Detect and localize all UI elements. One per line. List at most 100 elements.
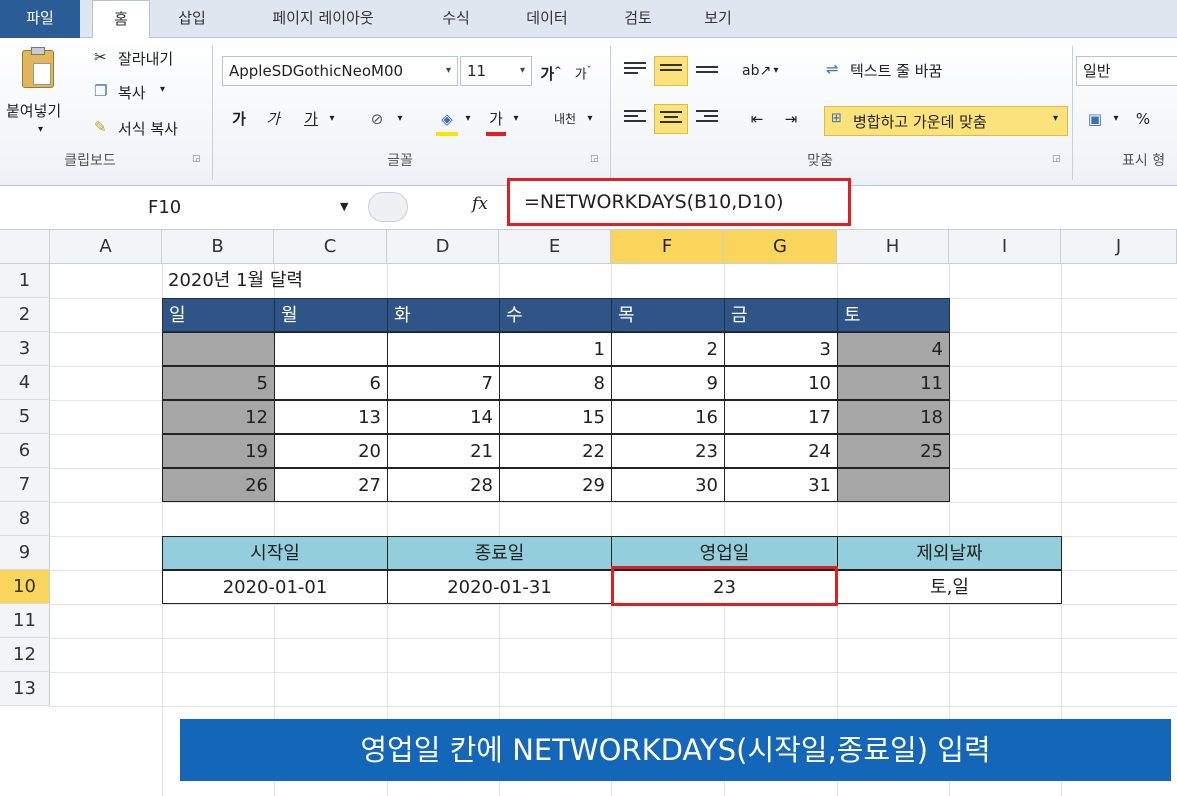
calendar-cell[interactable]: 7 [387, 366, 500, 400]
name-box[interactable]: F10 [0, 190, 362, 226]
calendar-header-cell[interactable]: 금 [724, 298, 838, 332]
calendar-cell[interactable]: 6 [274, 366, 388, 400]
align-middle-button[interactable] [654, 56, 688, 86]
summary-header-end[interactable]: 종료일 [387, 536, 612, 570]
calendar-cell[interactable]: 1 [499, 332, 612, 366]
row-header-2[interactable]: 2 [0, 298, 50, 332]
number-format-combo[interactable]: 일반 [1076, 56, 1177, 86]
phonetic-icon[interactable]: 내천 [552, 104, 578, 134]
chevron-down-icon[interactable]: ▼ [340, 200, 348, 213]
paste-button[interactable]: 붙여넣기 ▾ [6, 46, 86, 138]
calendar-cell[interactable]: 4 [837, 332, 950, 366]
calendar-header-cell[interactable]: 화 [387, 298, 500, 332]
excluded-days-cell[interactable]: 토,일 [837, 570, 1062, 604]
row-header-1[interactable]: 1 [0, 264, 50, 298]
calendar-cell[interactable]: 3 [724, 332, 838, 366]
row-header-13[interactable]: 13 [0, 672, 50, 706]
calendar-cell[interactable]: 24 [724, 434, 838, 468]
row-header-10[interactable]: 10 [0, 570, 50, 604]
decrease-indent-icon[interactable]: ⇤ [742, 104, 772, 134]
col-header-f[interactable]: F [611, 230, 724, 264]
worksheet-grid[interactable]: A B C D E F G H I J 1 2 3 4 5 6 7 8 9 10… [0, 230, 1177, 796]
formula-cancel-button[interactable] [368, 192, 408, 222]
calendar-cell[interactable]: 2 [611, 332, 725, 366]
calendar-cell[interactable]: 26 [162, 468, 275, 502]
launcher-icon[interactable]: ◲ [590, 154, 599, 164]
fill-color-icon[interactable]: ◈ [434, 104, 460, 134]
row-header-5[interactable]: 5 [0, 400, 50, 434]
align-bottom-button[interactable] [692, 56, 722, 86]
calendar-cell[interactable]: 9 [611, 366, 725, 400]
calendar-cell[interactable]: 19 [162, 434, 275, 468]
chevron-down-icon[interactable]: ▾ [510, 104, 522, 134]
calendar-header-cell[interactable]: 일 [162, 298, 275, 332]
calendar-header-cell[interactable]: 목 [611, 298, 725, 332]
align-left-button[interactable] [620, 104, 650, 134]
row-header-4[interactable]: 4 [0, 366, 50, 400]
calendar-cell[interactable]: 5 [162, 366, 275, 400]
tab-file[interactable]: 파일 [0, 0, 80, 38]
calendar-cell[interactable]: 13 [274, 400, 388, 434]
formula-input[interactable]: =NETWORKDAYS(B10,D10) [507, 178, 851, 226]
col-header-b[interactable]: B [162, 230, 274, 264]
col-header-h[interactable]: H [837, 230, 949, 264]
row-header-7[interactable]: 7 [0, 468, 50, 502]
font-name-combo[interactable]: AppleSDGothicNeoM00 ▾ [222, 56, 458, 86]
calendar-cell[interactable]: 20 [274, 434, 388, 468]
summary-header-start[interactable]: 시작일 [162, 536, 388, 570]
calendar-cell[interactable]: 18 [837, 400, 950, 434]
row-header-11[interactable]: 11 [0, 604, 50, 638]
calendar-cell[interactable]: 29 [499, 468, 612, 502]
tab-home[interactable]: 홈 [92, 0, 150, 39]
function-icon[interactable]: fx [472, 194, 488, 214]
calendar-cell[interactable]: 30 [611, 468, 725, 502]
shrink-font-button[interactable]: 가ˇ [570, 56, 596, 86]
italic-button[interactable]: 가 [262, 104, 284, 134]
percent-button[interactable]: % [1130, 104, 1156, 134]
col-header-j[interactable]: J [1061, 230, 1177, 264]
chevron-down-icon[interactable]: ▾ [1110, 104, 1122, 134]
calendar-title[interactable]: 2020년 1월 달력 [168, 264, 303, 298]
calendar-cell[interactable]: 17 [724, 400, 838, 434]
merge-center-button[interactable]: ⊞ 병합하고 가운데 맞춤 ▾ [824, 106, 1068, 136]
chevron-down-icon[interactable]: ▾ [584, 104, 596, 134]
col-header-g[interactable]: G [724, 230, 837, 264]
align-center-button[interactable] [654, 104, 688, 134]
calendar-cell[interactable]: 15 [499, 400, 612, 434]
row-header-9[interactable]: 9 [0, 536, 50, 570]
chevron-down-icon[interactable]: ▾ [326, 104, 338, 134]
border-icon[interactable]: ⊘ [364, 104, 390, 134]
underline-button[interactable]: 가 [298, 104, 324, 134]
col-header-e[interactable]: E [499, 230, 611, 264]
row-header-6[interactable]: 6 [0, 434, 50, 468]
tab-view[interactable]: 보기 [690, 0, 746, 38]
calendar-header-cell[interactable]: 수 [499, 298, 612, 332]
row-header-3[interactable]: 3 [0, 332, 50, 366]
calendar-cell[interactable] [274, 332, 388, 366]
calendar-cell[interactable]: 23 [611, 434, 725, 468]
calendar-cell[interactable]: 11 [837, 366, 950, 400]
calendar-cell[interactable]: 28 [387, 468, 500, 502]
calendar-cell[interactable] [387, 332, 500, 366]
align-right-button[interactable] [692, 104, 722, 134]
col-header-i[interactable]: I [949, 230, 1061, 264]
row-header-12[interactable]: 12 [0, 638, 50, 672]
col-header-c[interactable]: C [274, 230, 387, 264]
chevron-down-icon[interactable]: ▾ [770, 56, 782, 86]
calendar-cell[interactable] [162, 332, 275, 366]
calendar-cell[interactable]: 10 [724, 366, 838, 400]
calendar-header-cell[interactable]: 월 [274, 298, 388, 332]
calendar-cell[interactable] [837, 468, 950, 502]
align-top-button[interactable] [620, 56, 650, 86]
tab-formulas[interactable]: 수식 [428, 0, 484, 38]
calendar-cell[interactable]: 22 [499, 434, 612, 468]
increase-indent-icon[interactable]: ⇥ [776, 104, 806, 134]
end-date-cell[interactable]: 2020-01-31 [387, 570, 612, 604]
launcher-icon[interactable]: ◲ [1052, 154, 1061, 164]
grow-font-button[interactable]: 가^ [538, 56, 564, 86]
bold-button[interactable]: 가 [228, 104, 250, 134]
chevron-down-icon[interactable]: ▾ [462, 104, 474, 134]
summary-header-workdays[interactable]: 영업일 [611, 536, 838, 570]
font-size-combo[interactable]: 11 ▾ [460, 56, 532, 86]
calendar-cell[interactable]: 27 [274, 468, 388, 502]
